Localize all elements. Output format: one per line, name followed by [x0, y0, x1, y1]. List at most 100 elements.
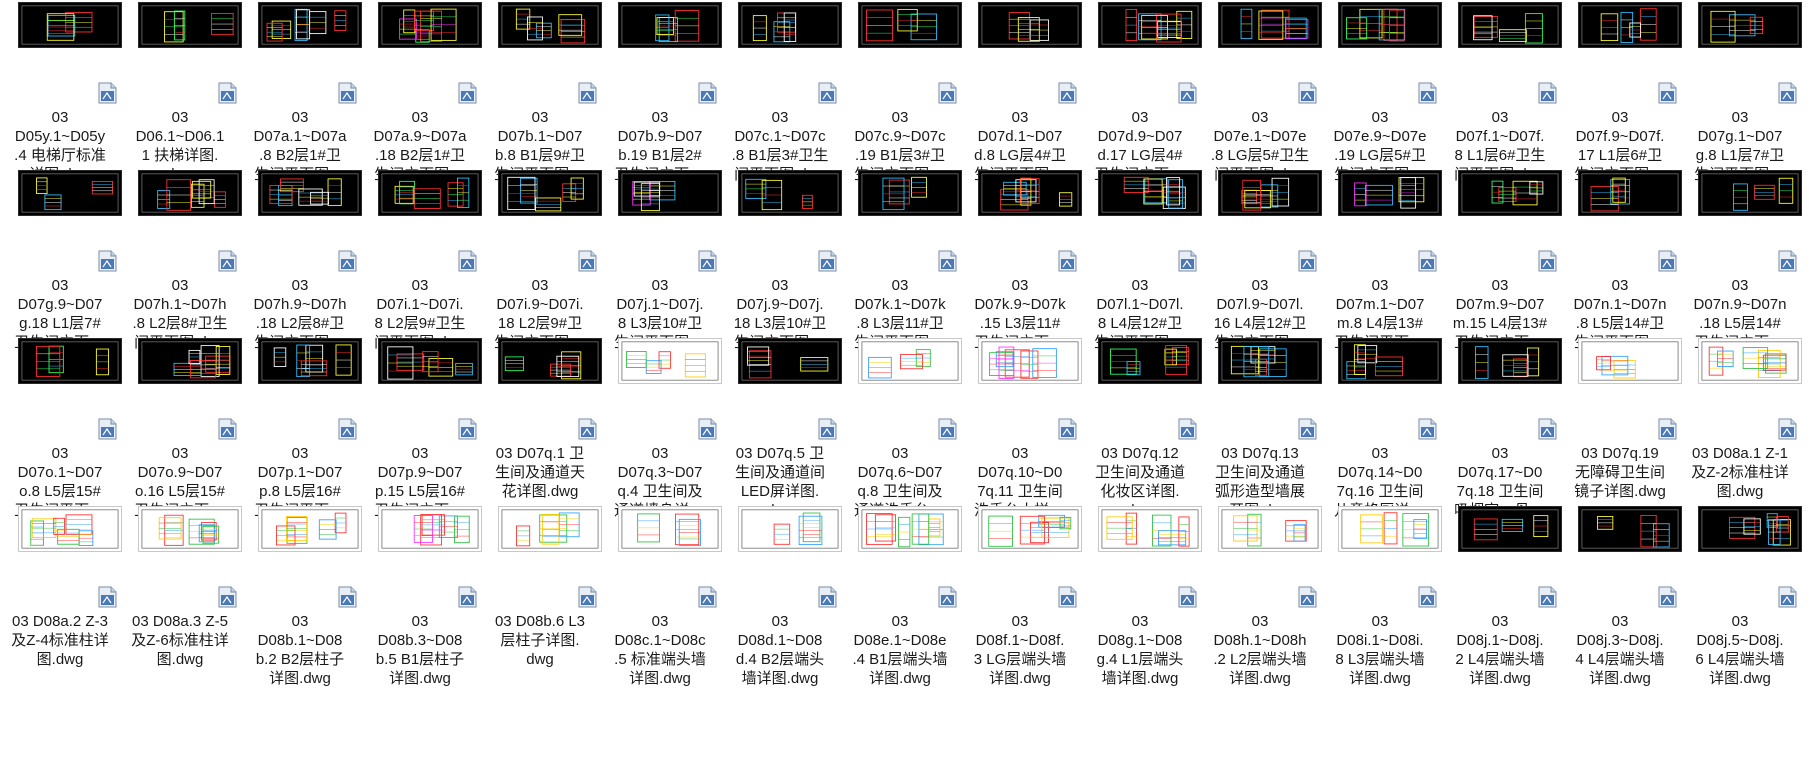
file-name-line: D07a.9~D07a — [373, 128, 467, 145]
file-name-line: 03 — [1611, 277, 1629, 294]
file-item[interactable]: 03D07k.1~D07k.8 L3层11#卫生间平面图.... — [840, 170, 962, 360]
file-item[interactable]: 03D07c.1~D07c.8 B1层3#卫生间平面图.dwg — [720, 2, 842, 192]
file-item[interactable]: 03D05y.1~D05y.4 电梯厅标准详图.dwg — [0, 2, 122, 192]
file-item[interactable]: 03D07b.9~D07b.19 B1层2#卫生间立面.... — [600, 2, 722, 192]
dwg-file-icon — [698, 586, 717, 608]
file-item[interactable]: 03D07q.14~D07q.16 卫生间儿童格厕详.... — [1320, 338, 1442, 528]
file-item[interactable]: 03 D08h.1~D08h .2 L2层端头墙 详图.dwg — [1200, 506, 1322, 696]
file-name-line: 03 — [1731, 109, 1749, 126]
file-item[interactable]: 03D07p.1~D07p.8 L5层16#卫生间平面.... — [240, 338, 362, 528]
cad-thumbnail — [138, 2, 242, 48]
file-item[interactable]: 03D07h.1~D07h.8 L2层8#卫生间平面图.dwg — [120, 170, 242, 360]
file-name-line: D07m.9~D07 — [1455, 296, 1545, 313]
file-item[interactable]: 03D07l.1~D07l.8 L4层12#卫生间平面图.... — [1080, 170, 1202, 360]
file-item[interactable]: 03D07n.9~D07n.18 L5层14#卫生间立面.... — [1680, 170, 1802, 360]
file-name-line: D07m.1~D07 — [1335, 296, 1425, 313]
file-item[interactable]: 03D07m.1~D07m.8 L4层13#卫生间平面.... — [1320, 170, 1442, 360]
file-item[interactable]: 03D07g.9~D07g.18 L1层7#卫生间立面.... — [0, 170, 122, 360]
file-item[interactable]: 03 D08a.1 Z-1 及Z-2标准柱详 图.dwg — [1680, 338, 1802, 528]
file-item[interactable]: 03 D07q.19 无障碍卫生间 镜子详图.dwg — [1560, 338, 1682, 528]
file-item[interactable]: 03 D08c.1~D08c .5 标准端头墙 详图.dwg — [600, 506, 722, 696]
file-item[interactable]: 03D07n.1~D07n.8 L5层14#卫生间平面图.... — [1560, 170, 1682, 360]
file-item[interactable]: 03D07j.1~D07j.8 L3层10#卫生间平面图.... — [600, 170, 722, 360]
file-item[interactable]: 03 D07q.1 卫生间及通道天 花详图.dwg — [480, 338, 602, 528]
file-name-line: D07k.1~D07k — [854, 296, 946, 313]
file-name-label: 03 D08c.1~D08c .5 标准端头墙 详图.dwg — [600, 612, 720, 688]
file-item[interactable]: 03 D08f.1~D08f. 3 LG层端头墙 详图.dwg — [960, 506, 1082, 696]
file-item[interactable]: 03D07o.1~D07o.8 L5层15#卫生间平面.... — [0, 338, 122, 528]
file-name-line: 03 D07q.13 — [1221, 445, 1299, 462]
file-item[interactable]: 03 D08i.1~D08i. 8 L3层端头墙 详图.dwg — [1320, 506, 1442, 696]
dwg-file-icon — [1178, 418, 1197, 440]
file-item[interactable]: 03 D08d.1~D08 d.4 B2层端头 墙详图.dwg — [720, 506, 842, 696]
file-item[interactable]: 03D07q.10~D07q.11 卫生间洗手台大样.... — [960, 338, 1082, 528]
file-item[interactable]: 03 D08j.5~D08j. 6 L4层端头墙 详图.dwg — [1680, 506, 1802, 696]
file-item[interactable]: 03D07f.1~D07f.8 L1层6#卫生间平面图.dwg — [1440, 2, 1562, 192]
file-item[interactable]: 03D07f.9~D07f.17 L1层6#卫生间立面图.... — [1560, 2, 1682, 192]
file-item[interactable]: 03D07g.1~D07g.8 L1层7#卫生间平面图.... — [1680, 2, 1802, 192]
file-item[interactable]: 03D07b.1~D07b.8 B1层9#卫生间平面图.... — [480, 2, 602, 192]
file-item[interactable]: 03 D07q.5 卫生间及通道间LED屏详图.dwg — [720, 338, 842, 528]
file-item[interactable]: 03 D08a.3 Z-5 及Z-6标准柱详 图.dwg — [120, 506, 242, 696]
file-item[interactable]: 03D07c.9~D07c.19 B1层3#卫生间立面图.... — [840, 2, 962, 192]
cad-thumbnail — [498, 506, 602, 552]
file-item[interactable]: 03 D07q.12卫生间及通道化妆区详图.dwg — [1080, 338, 1202, 528]
file-item[interactable]: 03D07l.9~D07l.16 L4层12#卫生间立面图.... — [1200, 170, 1322, 360]
file-item[interactable]: 03D07i.9~D07i.18 L2层9#卫生间立面图.... — [480, 170, 602, 360]
file-name-line: D08j.3~D08j. — [1576, 632, 1664, 649]
file-name-line: D05y.1~D05y — [14, 128, 106, 145]
file-name-line: .18 B2层1#卫 — [374, 147, 466, 164]
file-item[interactable]: 03 D07q.13卫生间及通道弧形造型墙展开图.dwg — [1200, 338, 1322, 528]
file-name-line: m.15 L4层13# — [1452, 315, 1548, 332]
file-name-line: D07i.9~D07i. — [496, 296, 584, 313]
file-item[interactable]: 03D07a.1~D07a.8 B2层1#卫生间平面图.... — [240, 2, 362, 192]
file-name-line: q.8 卫生间及 — [857, 483, 943, 500]
file-item[interactable]: 03D07i.1~D07i.8 L2层9#卫生间平面图.dwg — [360, 170, 482, 360]
dwg-file-icon — [1058, 586, 1077, 608]
file-name-line: 03 — [411, 613, 429, 630]
cad-thumbnail — [1098, 170, 1202, 216]
file-item[interactable]: 03 D08b.1~D08 b.2 B2层柱子 详图.dwg — [240, 506, 362, 696]
file-item[interactable]: 03 D08b.6 L3 层柱子详图. dwg — [480, 506, 602, 696]
dwg-file-icon — [218, 418, 237, 440]
cad-thumbnail — [138, 506, 242, 552]
file-item[interactable]: 03D07d.1~D07d.8 LG层4#卫生间平面图.... — [960, 2, 1082, 192]
file-name-line: 03 D08a.2 Z-3 — [12, 613, 108, 630]
file-name-line: 详图.dwg — [989, 670, 1051, 687]
file-item[interactable]: 03D06.1~D06.11 扶梯详图.dwg — [120, 2, 242, 192]
file-name-line: 03 — [171, 445, 189, 462]
file-item[interactable]: 03 D08e.1~D08e .4 B1层端头墙 详图.dwg — [840, 506, 962, 696]
file-item[interactable]: 03D07e.9~D07e.19 LG层5#卫生间立面图.... — [1320, 2, 1442, 192]
file-item[interactable]: 03D07d.9~D07d.17 LG层4#卫生间立面.... — [1080, 2, 1202, 192]
file-item[interactable]: 03 D08j.3~D08j. 4 L4层端头墙 详图.dwg — [1560, 506, 1682, 696]
file-item[interactable]: 03D07a.9~D07a.18 B2层1#卫生间立面图.... — [360, 2, 482, 192]
dwg-file-icon — [578, 250, 597, 272]
file-item[interactable]: 03 D08g.1~D08 g.4 L1层端头 墙详图.dwg — [1080, 506, 1202, 696]
file-name-line: 03 — [291, 445, 309, 462]
dwg-file-icon — [938, 82, 957, 104]
file-item[interactable]: 03D07j.9~D07j.18 L3层10#卫生间立面图.... — [720, 170, 842, 360]
file-name-line: 详图.dwg — [1349, 670, 1411, 687]
file-item[interactable]: 03D07o.9~D07o.16 L5层15#卫生间立面.... — [120, 338, 242, 528]
file-item[interactable]: 03D07p.9~D07p.15 L5层16#卫生间立面.... — [360, 338, 482, 528]
file-name-line: 03 — [1731, 277, 1749, 294]
cad-thumbnail — [1458, 170, 1562, 216]
file-item[interactable]: 03D07q.17~D07q.18 卫生间吸烟室、母.... — [1440, 338, 1562, 528]
file-name-line: b.2 B2层柱子 — [255, 651, 345, 668]
file-item[interactable]: 03 D08b.3~D08 b.5 B1层柱子 详图.dwg — [360, 506, 482, 696]
file-item[interactable]: 03D07m.9~D07m.15 L4层13#卫生间立面.... — [1440, 170, 1562, 360]
file-item[interactable]: 03D07q.3~D07q.4 卫生间及通道墙身详.... — [600, 338, 722, 528]
cad-thumbnail — [258, 338, 362, 384]
file-item[interactable]: 03D07h.9~D07h.18 L2层8#卫生间立面图.... — [240, 170, 362, 360]
dwg-file-icon — [338, 586, 357, 608]
cad-thumbnail — [858, 506, 962, 552]
file-item[interactable]: 03 D08j.1~D08j. 2 L4层端头墙 详图.dwg — [1440, 506, 1562, 696]
file-name-label: 03 D08a.2 Z-3 及Z-4标准柱详 图.dwg — [0, 612, 120, 669]
file-item[interactable]: 03 D08a.2 Z-3 及Z-4标准柱详 图.dwg — [0, 506, 122, 696]
file-item[interactable]: 03D07q.6~D07q.8 卫生间及通道洗手台.... — [840, 338, 962, 528]
file-item[interactable]: 03D07e.1~D07e.8 LG层5#卫生间平面图.dwg — [1200, 2, 1322, 192]
file-item[interactable]: 03D07k.9~D07k.15 L3层11#卫生间立面.... — [960, 170, 1082, 360]
file-name-line: 及Z-2标准柱详 — [1691, 464, 1789, 481]
file-name-line: .5 标准端头墙 — [614, 651, 706, 668]
file-name-line: 详图.dwg — [629, 670, 691, 687]
